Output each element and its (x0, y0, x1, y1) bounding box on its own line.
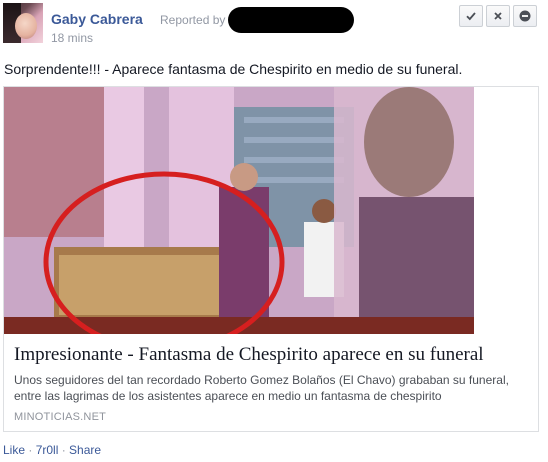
footer-separator: · (58, 443, 70, 457)
moderation-actions (459, 5, 537, 27)
redacted-name-bar (228, 7, 354, 33)
link-title[interactable]: Impresionante - Fantasma de Chespirito a… (14, 344, 484, 366)
post-timestamp[interactable]: 18 mins (51, 31, 93, 45)
link-description: Unos seguidores del tan recordado Robert… (14, 373, 509, 403)
block-button[interactable] (513, 5, 537, 27)
check-icon (466, 12, 476, 21)
minus-circle-icon (519, 10, 531, 22)
user-link[interactable]: 7r0ll (36, 443, 59, 457)
delete-button[interactable] (486, 5, 510, 27)
post-message: Sorprendente!!! - Aparece fantasma de Ch… (4, 61, 463, 77)
like-link[interactable]: Like (3, 443, 25, 457)
author-avatar[interactable] (3, 3, 43, 43)
author-name-link[interactable]: Gaby Cabrera (51, 11, 143, 27)
link-preview-image[interactable] (4, 87, 474, 334)
post-footer: Like · 7r0ll · Share (3, 443, 101, 457)
link-preview-card[interactable]: Impresionante - Fantasma de Chespirito a… (3, 86, 539, 432)
avatar-face (15, 13, 37, 39)
reported-by-label: Reported by (160, 13, 226, 27)
share-link[interactable]: Share (69, 443, 101, 457)
approve-button[interactable] (459, 5, 483, 27)
close-icon (494, 12, 502, 20)
footer-separator: · (25, 443, 36, 457)
link-domain: MINOTICIAS.NET (14, 411, 107, 423)
funeral-photo (4, 87, 474, 334)
